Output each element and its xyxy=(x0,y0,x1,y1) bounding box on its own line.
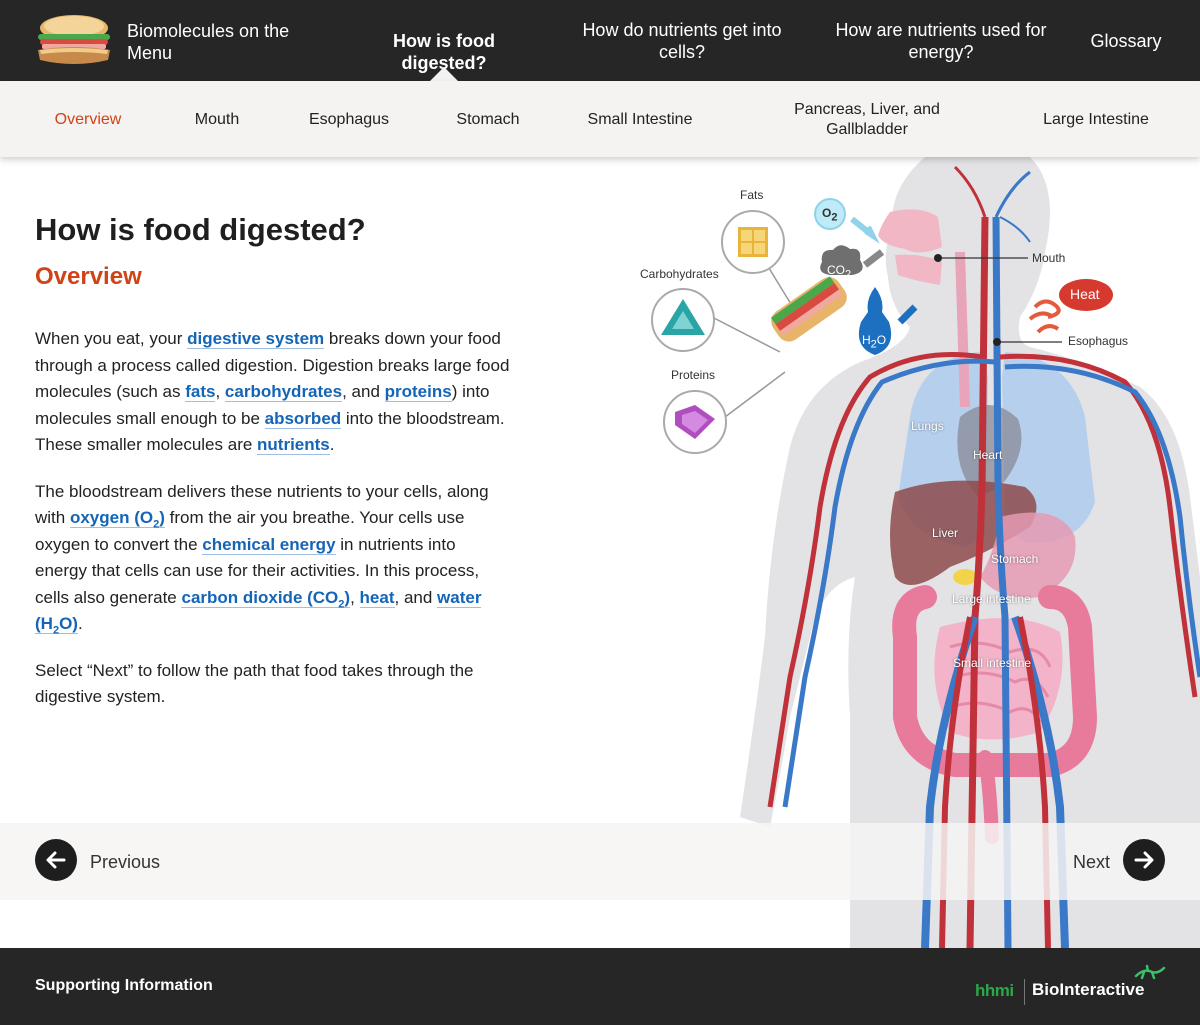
arrow-left-icon xyxy=(46,851,66,869)
subnav-small-intestine[interactable]: Small Intestine xyxy=(580,110,700,130)
supporting-information-link[interactable]: Supporting Information xyxy=(35,977,213,995)
link-fats[interactable]: fats xyxy=(185,382,216,402)
esophagus-label: Esophagus xyxy=(1068,334,1129,348)
link-digestive-system[interactable]: digestive system xyxy=(187,329,325,349)
link-nutrients[interactable]: nutrients xyxy=(257,435,330,455)
subnav-overview[interactable]: Overview xyxy=(48,110,128,130)
link-oxygen[interactable]: oxygen (O2) xyxy=(69,508,165,530)
link-heat[interactable]: heat xyxy=(359,587,395,608)
link-water[interactable]: water xyxy=(437,587,482,608)
top-nav: Biomolecules on the Menu How is food dig… xyxy=(0,0,1200,81)
hhmi-logo[interactable]: hhmi xyxy=(975,981,1014,1001)
large-intestine-label: Large intestine xyxy=(952,592,1031,606)
logo-divider xyxy=(1024,979,1025,1005)
o2-label: O2 xyxy=(822,206,838,224)
subnav-mouth[interactable]: Mouth xyxy=(186,110,248,130)
subnav-stomach[interactable]: Stomach xyxy=(450,110,526,130)
link-h2o[interactable]: (H2O) xyxy=(35,614,78,636)
heart-label: Heart xyxy=(973,448,1003,462)
subnav-pancreas-liver-gallbladder[interactable]: Pancreas, Liver, and Gallbladder xyxy=(785,100,949,140)
next-label[interactable]: Next xyxy=(1073,851,1110,873)
lungs-label: Lungs xyxy=(911,419,944,433)
h2o-label: H2O xyxy=(862,333,887,351)
nav-nutrients-for-energy[interactable]: How are nutrients used for energy? xyxy=(830,19,1052,63)
footer: Supporting Information hhmi BioInteracti… xyxy=(0,948,1200,1025)
arrow-right-icon xyxy=(1134,851,1154,869)
instruction-paragraph: Select “Next” to follow the path that fo… xyxy=(35,660,474,707)
mouth-label: Mouth xyxy=(1032,251,1066,265)
heat-label: Heat xyxy=(1070,286,1100,302)
subnav-large-intestine[interactable]: Large Intestine xyxy=(1036,110,1156,130)
bloodstream-paragraph: The bloodstream delivers these nutrients… xyxy=(35,481,489,637)
page-title: How is food digested? xyxy=(35,212,366,247)
sandwich-logo-icon xyxy=(38,15,110,64)
next-button[interactable] xyxy=(1123,839,1165,881)
previous-button[interactable] xyxy=(35,839,77,881)
pager-bar: Previous Next xyxy=(0,823,1200,900)
active-nav-indicator xyxy=(430,67,458,81)
subnav-esophagus[interactable]: Esophagus xyxy=(303,110,395,130)
carbohydrates-label: Carbohydrates xyxy=(640,267,719,281)
liver-label: Liver xyxy=(932,526,959,540)
intro-paragraph: When you eat, your digestive system brea… xyxy=(35,329,510,455)
link-proteins[interactable]: proteins xyxy=(384,382,452,402)
sub-nav: Overview Mouth Esophagus Stomach Small I… xyxy=(0,81,1200,157)
lizard-logo-icon xyxy=(1134,964,1166,980)
stomach-label: Stomach xyxy=(991,552,1039,566)
section-title: Overview xyxy=(35,263,142,290)
nav-nutrients-into-cells[interactable]: How do nutrients get into cells? xyxy=(572,19,792,63)
biointeractive-logo[interactable]: BioInteractive xyxy=(1032,980,1144,1000)
fats-label: Fats xyxy=(740,188,764,202)
link-carbon-dioxide[interactable]: carbon dioxide (CO2) xyxy=(181,587,351,609)
brand[interactable]: Biomolecules on the Menu xyxy=(34,12,289,68)
app-title: Biomolecules on the Menu xyxy=(127,21,290,63)
proteins-label: Proteins xyxy=(671,368,716,382)
link-carbohydrates[interactable]: carbohydrates xyxy=(224,382,343,402)
previous-label[interactable]: Previous xyxy=(90,851,160,873)
small-intestine-label: Small intestine xyxy=(953,656,1032,670)
link-absorbed[interactable]: absorbed xyxy=(264,408,342,429)
nav-glossary[interactable]: Glossary xyxy=(1085,30,1167,52)
co2-label: CO2 xyxy=(827,263,852,281)
main-content: How is food digested? Overview When you … xyxy=(35,210,510,711)
link-chemical-energy[interactable]: chemical energy xyxy=(202,534,336,555)
